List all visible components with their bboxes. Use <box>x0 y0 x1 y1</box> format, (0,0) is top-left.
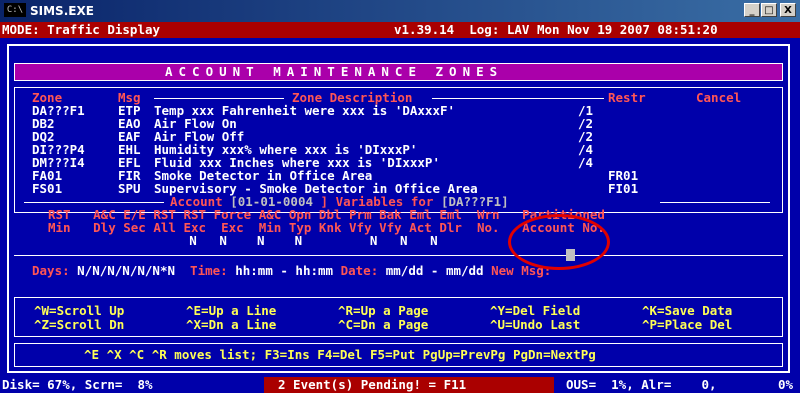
zone-restr: FI01 <box>608 181 639 196</box>
key-help: ^Z=Scroll Dn <box>34 317 125 332</box>
key-help: ^K=Save Data <box>642 303 733 318</box>
col-cancel-header: Cancel <box>696 90 742 105</box>
banner-title: ACCOUNT MAINTENANCE ZONES <box>165 64 504 79</box>
header-rule-left <box>154 98 284 99</box>
window-title: SIMS.EXE <box>30 4 94 18</box>
zone-code: FS01 <box>32 181 63 196</box>
annotation-circle <box>508 214 610 270</box>
variables-values-row[interactable]: N N N N N N N <box>114 234 437 248</box>
mode-label: MODE: Traffic Display <box>2 22 161 37</box>
version-log-label: v1.39.14 Log: LAV Mon Nov 19 2007 08:51:… <box>394 22 718 37</box>
key-help: ^R=Up a Page <box>338 303 429 318</box>
event-pending-box[interactable]: 2 Event(s) Pending! = F11 <box>264 377 554 393</box>
key-help: ^C=Dn a Page <box>338 317 429 332</box>
percent-status: 0% <box>778 377 794 392</box>
help-line: ^E ^X ^C ^R moves list; F3=Ins F4=Del F5… <box>84 347 596 362</box>
zone-msg: SPU <box>118 181 141 196</box>
minimize-button[interactable]: _ <box>744 3 760 17</box>
sims-window: C:\ SIMS.EXE _ □ X MODE: Traffic Display… <box>0 0 800 393</box>
days-time-row: Days: N/N/N/N/N/N*N Time: hh:mm - hh:mm … <box>32 264 551 278</box>
account-maintenance-banner: ACCOUNT MAINTENANCE ZONES <box>14 63 783 81</box>
key-help: ^E=Up a Line <box>186 303 277 318</box>
section-divider <box>14 255 783 256</box>
maximize-button[interactable]: □ <box>761 3 777 17</box>
ous-status: OUS= 1%, Alr= 0, <box>566 377 717 392</box>
key-help: ^P=Place Del <box>642 317 733 332</box>
zone-restr: /4 <box>578 155 594 170</box>
header-rule-right <box>432 98 604 99</box>
key-help: ^X=Dn a Line <box>186 317 277 332</box>
account-rule-left <box>24 202 164 203</box>
days-label: Days: <box>32 263 78 278</box>
close-button[interactable]: X <box>780 3 796 17</box>
title-bar[interactable]: C:\ SIMS.EXE _ □ X <box>0 0 800 22</box>
time-field[interactable]: hh:mm - hh:mm <box>235 263 333 278</box>
event-pending-label: 2 Event(s) Pending! = F11 <box>278 377 467 392</box>
mode-status-bar: MODE: Traffic Display v1.39.14 Log: LAV … <box>0 22 800 38</box>
days-field[interactable]: N/N/N/N/N/N*N <box>77 263 175 278</box>
date-label: Date: <box>333 263 386 278</box>
key-help: ^U=Undo Last <box>490 317 581 332</box>
cmd-icon[interactable]: C:\ <box>4 3 26 17</box>
disk-usage: Disk= 67%, Scrn= 8% <box>2 377 153 392</box>
date-field[interactable]: mm/dd - mm/dd <box>386 263 484 278</box>
time-label: Time: <box>175 263 236 278</box>
key-help: ^Y=Del Field <box>490 303 581 318</box>
key-help: ^W=Scroll Up <box>34 303 125 318</box>
col-restr-header: Restr <box>608 90 646 105</box>
account-rule-right <box>660 202 770 203</box>
